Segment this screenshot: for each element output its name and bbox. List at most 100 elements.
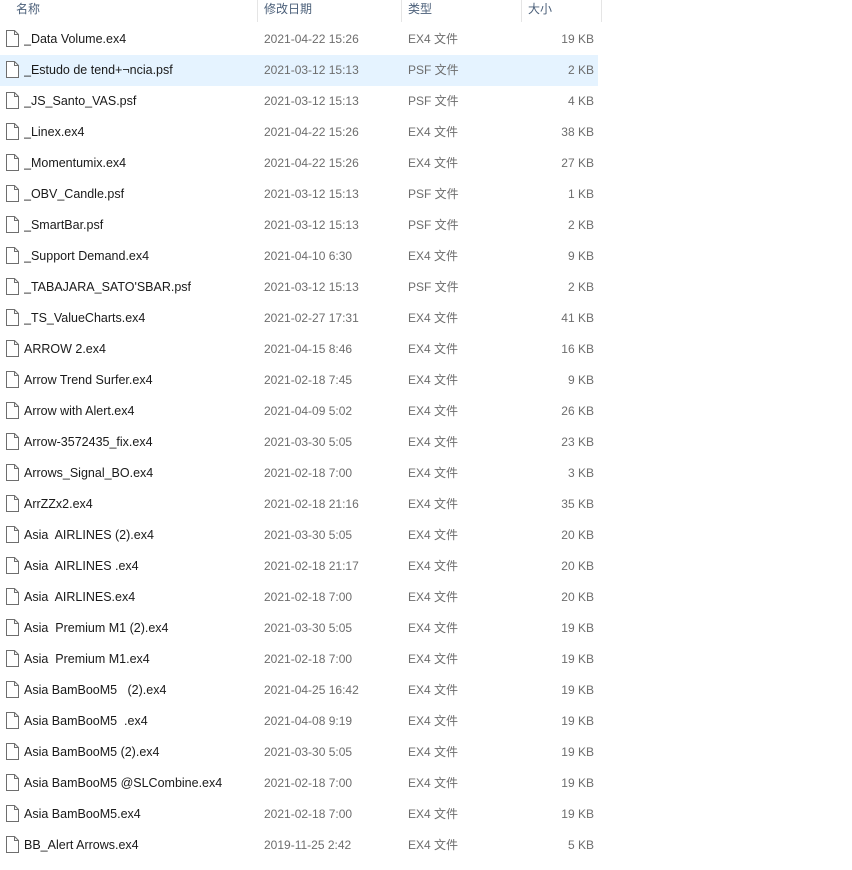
file-type: PSF 文件 bbox=[408, 218, 459, 232]
file-type: PSF 文件 bbox=[408, 63, 459, 77]
file-name: Asia Premium M1 (2).ex4 bbox=[24, 621, 169, 635]
file-name: Asia BamBooM5.ex4 bbox=[24, 807, 141, 821]
file-size: 16 KB bbox=[561, 342, 594, 356]
file-name: BB_Alert Arrows.ex4 bbox=[24, 838, 139, 852]
file-type: EX4 文件 bbox=[408, 32, 459, 46]
file-row[interactable]: _Momentumix.ex4 2021-04-22 15:26 EX4 文件 27 … bbox=[0, 148, 598, 179]
file-row[interactable]: _Estudo de tend+¬ncia.psf 2021-03-12 15:1… bbox=[0, 55, 598, 86]
file-name: Asia Premium M1.ex4 bbox=[24, 652, 150, 666]
file-row[interactable]: Arrow with Alert.ex4 2021-04-09 5:02 EX4 文… bbox=[0, 396, 598, 427]
file-row[interactable]: Asia BamBooM5 .ex4 2021-04-08 9:19 EX4 文件 1… bbox=[0, 706, 598, 737]
file-size: 23 KB bbox=[561, 435, 594, 449]
file-size: 20 KB bbox=[561, 590, 594, 604]
file-date-modified: 2021-04-22 15:26 bbox=[264, 156, 359, 170]
file-icon bbox=[6, 30, 19, 47]
file-row[interactable]: Asia BamBooM5 @SLCombine.ex4 2021-02-18 7… bbox=[0, 768, 598, 799]
file-name: _Estudo de tend+¬ncia.psf bbox=[24, 63, 173, 77]
file-row[interactable]: _Support Demand.ex4 2021-04-10 6:30 EX4 文件… bbox=[0, 241, 598, 272]
file-size: 9 KB bbox=[567, 373, 594, 387]
column-header-name[interactable]: 名称 bbox=[16, 0, 256, 22]
file-icon bbox=[6, 712, 19, 729]
file-date-modified: 2021-03-30 5:05 bbox=[264, 435, 353, 449]
column-header-size[interactable]: 大小 bbox=[528, 0, 600, 22]
file-row[interactable]: Arrow Trend Surfer.ex4 2021-02-18 7:45 EX4… bbox=[0, 365, 598, 396]
file-icon bbox=[6, 371, 19, 388]
file-date-modified: 2021-03-12 15:13 bbox=[264, 280, 359, 294]
file-type: PSF 文件 bbox=[408, 94, 459, 108]
file-row[interactable]: Arrow-3572435_fix.ex4 2021-03-30 5:05 EX4 … bbox=[0, 427, 598, 458]
file-date-modified: 2021-04-08 9:19 bbox=[264, 714, 353, 728]
column-divider[interactable] bbox=[401, 0, 402, 22]
file-row[interactable]: Asia BamBooM5 (2).ex4 2021-04-25 16:42 EX4… bbox=[0, 675, 598, 706]
file-name: Asia BamBooM5 (2).ex4 bbox=[24, 683, 167, 697]
file-type: EX4 文件 bbox=[408, 745, 459, 759]
file-type: EX4 文件 bbox=[408, 776, 459, 790]
file-row[interactable]: Asia AIRLINES.ex4 2021-02-18 7:00 EX4 文件 20… bbox=[0, 582, 598, 613]
file-name: ARROW 2.ex4 bbox=[24, 342, 106, 356]
file-row[interactable]: Asia BamBooM5.ex4 2021-02-18 7:00 EX4 文件 19… bbox=[0, 799, 598, 830]
file-date-modified: 2021-04-22 15:26 bbox=[264, 125, 359, 139]
file-size: 19 KB bbox=[561, 683, 594, 697]
column-header-bar: 名称 修改日期 类型 大小 bbox=[0, 0, 602, 22]
column-header-type[interactable]: 类型 bbox=[408, 0, 520, 22]
file-row[interactable]: _SmartBar.psf 2021-03-12 15:13 PSF 文件 2 KB bbox=[0, 210, 598, 241]
file-row[interactable]: _OBV_Candle.psf 2021-03-12 15:13 PSF 文件 1 K… bbox=[0, 179, 598, 210]
file-icon bbox=[6, 216, 19, 233]
file-icon bbox=[6, 743, 19, 760]
file-name: ArrZZx2.ex4 bbox=[24, 497, 93, 511]
column-header-date[interactable]: 修改日期 bbox=[264, 0, 400, 22]
file-name: _TS_ValueCharts.ex4 bbox=[24, 311, 146, 325]
file-date-modified: 2021-03-30 5:05 bbox=[264, 745, 353, 759]
file-type: EX4 文件 bbox=[408, 156, 459, 170]
file-size: 19 KB bbox=[561, 807, 594, 821]
file-date-modified: 2021-04-25 16:42 bbox=[264, 683, 359, 697]
file-size: 19 KB bbox=[561, 32, 594, 46]
file-name: _Data Volume.ex4 bbox=[24, 32, 127, 46]
file-name: _OBV_Candle.psf bbox=[24, 187, 125, 201]
file-row[interactable]: _Linex.ex4 2021-04-22 15:26 EX4 文件 38 KB bbox=[0, 117, 598, 148]
file-size: 19 KB bbox=[561, 621, 594, 635]
file-row[interactable]: BB_Alert Arrows.ex4 2019-11-25 2:42 EX4 文件… bbox=[0, 830, 598, 861]
file-row[interactable]: Arrows_Signal_BO.ex4 2021-02-18 7:00 EX4 文… bbox=[0, 458, 598, 489]
file-icon bbox=[6, 557, 19, 574]
file-date-modified: 2021-03-30 5:05 bbox=[264, 528, 353, 542]
file-type: EX4 文件 bbox=[408, 373, 459, 387]
file-size: 5 KB bbox=[567, 838, 594, 852]
file-type: PSF 文件 bbox=[408, 280, 459, 294]
file-row[interactable]: ARROW 2.ex4 2021-04-15 8:46 EX4 文件 16 KB bbox=[0, 334, 598, 365]
file-name: Arrow Trend Surfer.ex4 bbox=[24, 373, 153, 387]
file-type: EX4 文件 bbox=[408, 311, 459, 325]
file-type: EX4 文件 bbox=[408, 435, 459, 449]
column-divider[interactable] bbox=[601, 0, 602, 22]
file-row[interactable]: _Data Volume.ex4 2021-04-22 15:26 EX4 文件 19… bbox=[0, 24, 598, 55]
column-divider[interactable] bbox=[257, 0, 258, 22]
file-type: EX4 文件 bbox=[408, 404, 459, 418]
file-name: _Linex.ex4 bbox=[24, 125, 85, 139]
file-row[interactable]: Asia BamBooM5 (2).ex4 2021-03-30 5:05 EX4 … bbox=[0, 737, 598, 768]
file-row[interactable]: _JS_Santo_VAS.psf 2021-03-12 15:13 PSF 文件 4… bbox=[0, 86, 598, 117]
file-type: EX4 文件 bbox=[408, 497, 459, 511]
file-row[interactable]: Asia Premium M1 (2).ex4 2021-03-30 5:05 EX… bbox=[0, 613, 598, 644]
file-row[interactable]: Asia AIRLINES (2).ex4 2021-03-30 5:05 EX4 … bbox=[0, 520, 598, 551]
file-row[interactable]: ArrZZx2.ex4 2021-02-18 21:16 EX4 文件 35 KB bbox=[0, 489, 598, 520]
file-type: EX4 文件 bbox=[408, 342, 459, 356]
file-icon bbox=[6, 836, 19, 853]
file-name: _JS_Santo_VAS.psf bbox=[24, 94, 137, 108]
file-date-modified: 2021-02-18 21:16 bbox=[264, 497, 359, 511]
file-name: Arrow-3572435_fix.ex4 bbox=[24, 435, 153, 449]
file-row[interactable]: _TS_ValueCharts.ex4 2021-02-27 17:31 EX4 文… bbox=[0, 303, 598, 334]
file-name: Asia BamBooM5 (2).ex4 bbox=[24, 745, 160, 759]
file-size: 19 KB bbox=[561, 745, 594, 759]
file-icon bbox=[6, 185, 19, 202]
file-name: Asia AIRLINES .ex4 bbox=[24, 559, 139, 573]
file-row[interactable]: Asia Premium M1.ex4 2021-02-18 7:00 EX4 文件… bbox=[0, 644, 598, 675]
file-row[interactable]: Asia AIRLINES .ex4 2021-02-18 21:17 EX4 文件… bbox=[0, 551, 598, 582]
file-date-modified: 2021-02-27 17:31 bbox=[264, 311, 359, 325]
file-date-modified: 2021-03-12 15:13 bbox=[264, 63, 359, 77]
file-date-modified: 2021-04-10 6:30 bbox=[264, 249, 353, 263]
file-icon bbox=[6, 123, 19, 140]
file-icon bbox=[6, 309, 19, 326]
column-divider[interactable] bbox=[521, 0, 522, 22]
file-date-modified: 2021-02-18 7:00 bbox=[264, 807, 353, 821]
file-row[interactable]: _TABAJARA_SATO'SBAR.psf 2021-03-12 15:13 P… bbox=[0, 272, 598, 303]
